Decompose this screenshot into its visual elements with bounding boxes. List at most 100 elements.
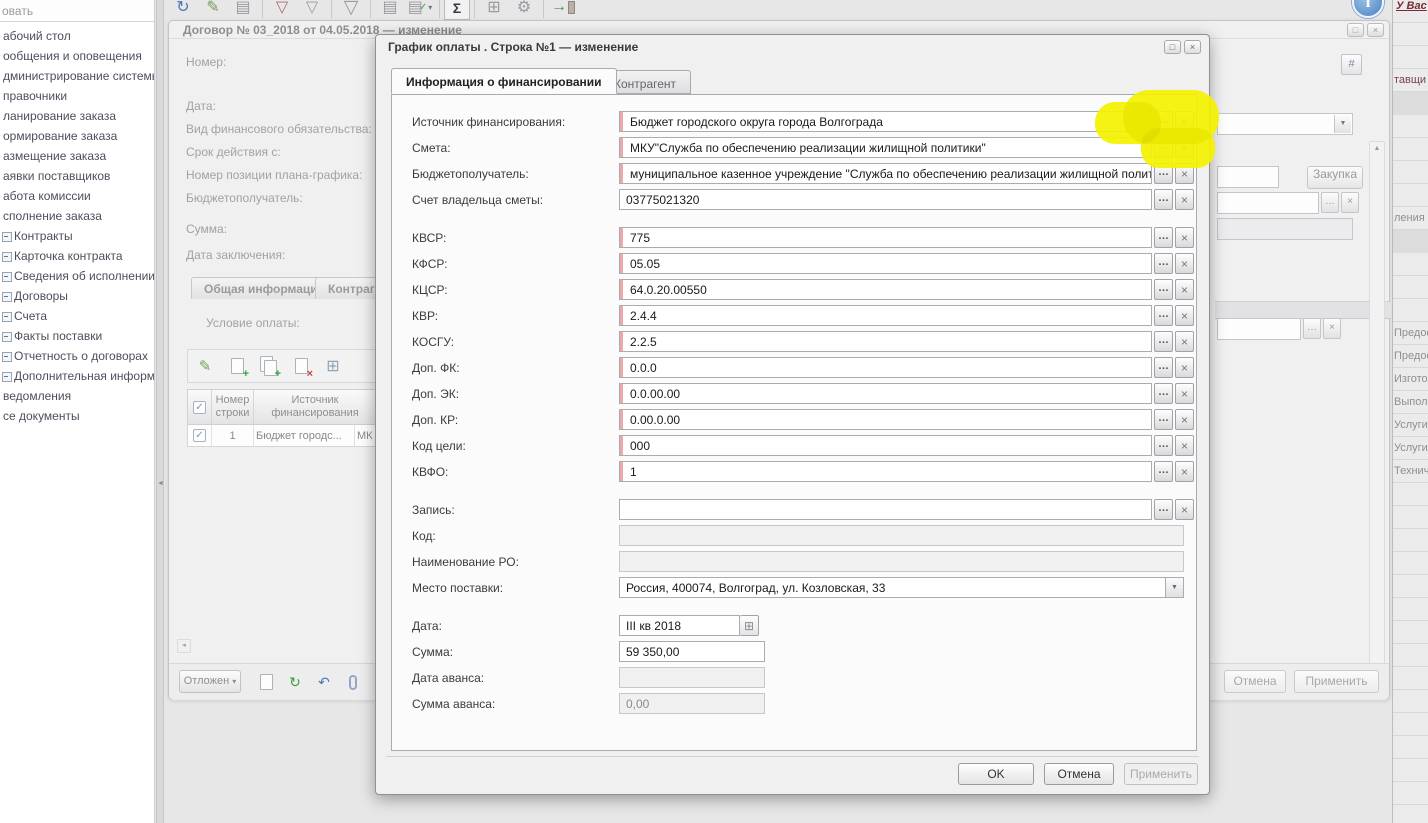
header-checkbox-cell[interactable]: ✓: [188, 390, 212, 424]
scroll-up-icon[interactable]: ▲: [1370, 142, 1384, 152]
apply-button-background[interactable]: Применить: [1294, 670, 1379, 693]
sidebar-item-contract-card[interactable]: Карточка контракта: [0, 246, 154, 266]
lookup-icon[interactable]: …: [1154, 331, 1173, 352]
sidebar-item-notifications[interactable]: ведомления: [0, 386, 154, 406]
calendar-icon[interactable]: ⊞: [740, 615, 759, 636]
attachment-icon[interactable]: [341, 670, 365, 694]
ok-button[interactable]: OK: [958, 763, 1034, 785]
lookup-icon[interactable]: …: [1154, 111, 1173, 132]
lookup-icon[interactable]: …: [1154, 189, 1173, 210]
sidebar-filter-input[interactable]: овать: [0, 0, 154, 22]
sidebar-item-supplier-requests[interactable]: аявки поставщиков: [0, 166, 154, 186]
sidebar-item-order-execution[interactable]: сполнение заказа: [0, 206, 154, 226]
status-button[interactable]: Отложен ▾: [179, 670, 241, 693]
collapse-left-icon[interactable]: ◄: [157, 480, 164, 487]
cancel-button-background[interactable]: Отмена: [1224, 670, 1286, 693]
refresh-icon[interactable]: ↻: [168, 0, 198, 22]
account-field[interactable]: 03775021320: [619, 189, 1152, 210]
sidebar-item-reporting[interactable]: Отчетность о договорах: [0, 346, 154, 366]
clear-icon[interactable]: ×: [1341, 192, 1359, 213]
col-row-number[interactable]: Номер строки: [212, 390, 254, 424]
exit-icon[interactable]: →: [548, 0, 578, 22]
edit-row-icon[interactable]: ✎: [192, 353, 218, 379]
close-icon[interactable]: ×: [1367, 23, 1384, 37]
sidebar-item-additional-info[interactable]: Дополнительная информаци: [0, 366, 154, 386]
clear-icon[interactable]: ×: [1175, 305, 1194, 326]
row-checkbox-cell[interactable]: ✓: [188, 425, 212, 446]
smeta-field[interactable]: МКУ"Служба по обеспечению реализации жил…: [619, 137, 1152, 158]
maximize-icon[interactable]: □: [1347, 23, 1364, 37]
filter-clear-icon[interactable]: ▽: [267, 0, 297, 22]
sidebar-item-contracts[interactable]: Контракты: [0, 226, 154, 246]
sidebar-item-dogovory[interactable]: Договоры: [0, 286, 154, 306]
lookup-icon[interactable]: …: [1154, 137, 1173, 158]
sidebar-item-accounts[interactable]: Счета: [0, 306, 154, 326]
summa-field[interactable]: 59 350,00: [619, 641, 765, 662]
tab-funding-info[interactable]: Информация о финансировании: [391, 68, 617, 94]
funding-source-field[interactable]: Бюджет городского округа города Волгогра…: [619, 111, 1152, 132]
sidebar-item-commission[interactable]: абота комиссии: [0, 186, 154, 206]
lookup-icon[interactable]: …: [1154, 163, 1173, 184]
sidebar-item-messages[interactable]: ообщения и оповещения: [0, 46, 154, 66]
clear-icon[interactable]: ×: [1323, 318, 1341, 339]
sidebar-item-administration[interactable]: дминистрирование системы: [0, 66, 154, 86]
zapis-field[interactable]: [619, 499, 1152, 520]
clear-icon[interactable]: ×: [1175, 111, 1194, 132]
payment-grid-row[interactable]: ✓ 1 Бюджет городс... МК: [187, 425, 378, 447]
checkbox-checked-icon[interactable]: ✓: [193, 401, 206, 414]
date-field[interactable]: III кв 2018: [619, 615, 740, 636]
lookup-field[interactable]: [1217, 318, 1301, 340]
columns-icon[interactable]: ⊞: [320, 353, 346, 379]
kcsr-field[interactable]: 64.0.20.00550: [619, 279, 1152, 300]
sidebar-item-delivery-facts[interactable]: Факты поставки: [0, 326, 154, 346]
lookup-icon[interactable]: …: [1154, 227, 1173, 248]
sidebar-item-order-planning[interactable]: ланирование заказа: [0, 106, 154, 126]
refresh-green-icon[interactable]: ↻: [283, 670, 307, 694]
edit-icon[interactable]: ✎: [198, 0, 228, 22]
sum-icon[interactable]: Σ: [444, 0, 470, 20]
grid-search-icon[interactable]: ⊞: [479, 0, 509, 22]
sidebar-item-execution-info[interactable]: Сведения об исполнении кон: [0, 266, 154, 286]
kvr-field[interactable]: 2.4.4: [619, 305, 1152, 326]
undo-icon[interactable]: ↶: [312, 670, 336, 694]
sidebar-item-order-placement[interactable]: азмещение заказа: [0, 146, 154, 166]
delete-row-icon[interactable]: ×: [288, 353, 314, 379]
clear-icon[interactable]: ×: [1175, 227, 1194, 248]
lookup-icon[interactable]: …: [1154, 357, 1173, 378]
clear-icon[interactable]: ×: [1175, 383, 1194, 404]
lookup-icon[interactable]: …: [1154, 279, 1173, 300]
clear-icon[interactable]: ×: [1175, 189, 1194, 210]
gear-icon[interactable]: ⚙: [509, 0, 539, 22]
add-row-icon[interactable]: +: [224, 353, 250, 379]
info-icon[interactable]: i: [1352, 0, 1384, 18]
clear-icon[interactable]: ×: [1175, 279, 1194, 300]
lookup-icon[interactable]: …: [1154, 253, 1173, 274]
recipient-field[interactable]: муниципальное казенное учреждение "Служб…: [619, 163, 1152, 184]
combo-field[interactable]: ▼: [1217, 113, 1353, 135]
delivery-place-combo[interactable]: Россия, 400074, Волгоград, ул. Козловска…: [619, 577, 1184, 598]
printer-icon[interactable]: ▤: [375, 0, 405, 22]
kfsr-field[interactable]: 05.05: [619, 253, 1152, 274]
clear-icon[interactable]: ×: [1175, 499, 1194, 520]
kvfo-field[interactable]: 1: [619, 461, 1152, 482]
filter-icon[interactable]: ▽: [297, 0, 327, 22]
dop-ek-field[interactable]: 0.0.00.00: [619, 383, 1152, 404]
clear-icon[interactable]: ×: [1175, 331, 1194, 352]
clear-icon[interactable]: ×: [1175, 461, 1194, 482]
lookup-icon[interactable]: …: [1154, 383, 1173, 404]
maximize-icon[interactable]: □: [1164, 40, 1181, 54]
scroll-left-icon[interactable]: ◂: [177, 639, 191, 653]
sidebar-item-directories[interactable]: правочники: [0, 86, 154, 106]
document-icon[interactable]: [254, 670, 278, 694]
kosgu-field[interactable]: 2.2.5: [619, 331, 1152, 352]
lookup-icon[interactable]: …: [1154, 499, 1173, 520]
cancel-button[interactable]: Отмена: [1044, 763, 1114, 785]
lookup-field[interactable]: [1217, 192, 1319, 214]
chevron-down-icon[interactable]: ▼: [1165, 578, 1183, 597]
text-field[interactable]: [1217, 166, 1279, 188]
col-funding-source[interactable]: Источник финансирования: [254, 390, 377, 424]
lookup-icon[interactable]: …: [1154, 305, 1173, 326]
print-icon[interactable]: ▤: [228, 0, 258, 22]
sidebar-splitter[interactable]: ◄: [156, 0, 164, 823]
kod-celi-field[interactable]: 000: [619, 435, 1152, 456]
